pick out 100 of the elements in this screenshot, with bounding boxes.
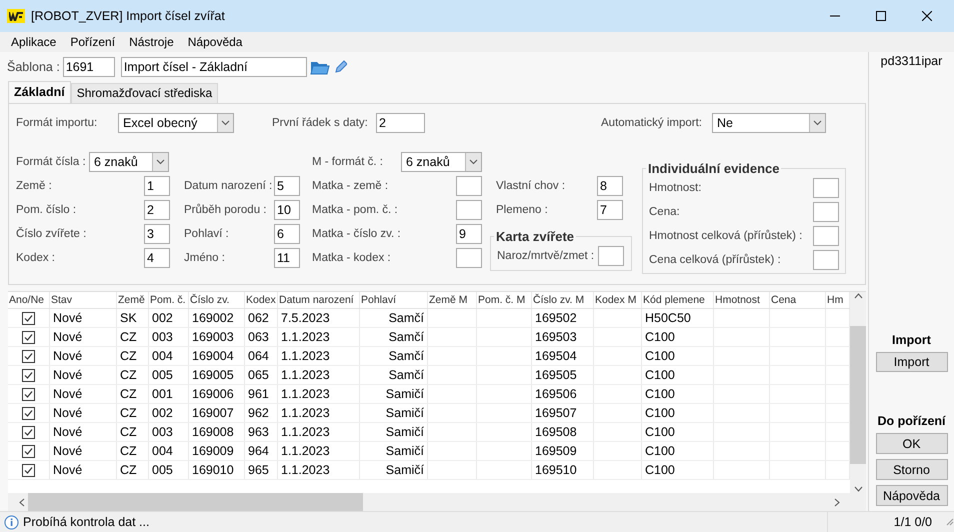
column-header[interactable]: Země M — [428, 292, 477, 308]
input-field[interactable] — [598, 246, 624, 266]
column-header[interactable]: Hmotnost — [714, 292, 770, 308]
input-field[interactable] — [813, 202, 839, 222]
table-cell: CZ — [117, 385, 149, 403]
field-label: Cena celková (přírůstek) : — [649, 254, 782, 266]
input-field[interactable]: 4 — [144, 248, 170, 268]
table-cell: Samičí — [360, 442, 428, 460]
vertical-scrollbar[interactable] — [850, 292, 866, 493]
dropdown[interactable]: Excel obecný — [118, 112, 234, 133]
table-cell: 169508 — [532, 423, 594, 441]
table-cell: 961 — [245, 385, 278, 403]
table-cell: Samčí — [360, 366, 428, 384]
action-button[interactable]: Storno — [876, 459, 948, 480]
table-cell: CZ — [117, 423, 149, 441]
column-header[interactable]: Pom. č. M — [477, 292, 532, 308]
column-header[interactable]: Ano/Ne — [8, 292, 50, 308]
column-header[interactable]: Datum narození — [278, 292, 360, 308]
table-cell: Nové — [50, 366, 117, 384]
input-field[interactable]: 2 — [144, 200, 170, 220]
menu-item[interactable]: Nástroje — [122, 35, 181, 49]
column-header[interactable]: Země — [117, 292, 149, 308]
dropdown[interactable]: Ne — [712, 112, 826, 133]
table-cell: 7.5.2023 — [278, 309, 360, 327]
input-field[interactable]: 1 — [144, 176, 170, 196]
input-field[interactable]: 8 — [597, 176, 623, 196]
table-cell: 963 — [245, 423, 278, 441]
table-cell: CZ — [117, 404, 149, 422]
field-label: Šablona : — [7, 60, 60, 74]
field-label: První řádek s daty: — [272, 116, 369, 129]
dropdown[interactable]: 6 znaků — [89, 152, 169, 172]
maximize-icon[interactable] — [876, 11, 886, 21]
table-cell: 169003 — [189, 328, 245, 346]
input-field[interactable] — [813, 178, 839, 198]
chevron-up-icon — [854, 292, 862, 300]
dropdown[interactable]: 6 znaků — [401, 152, 482, 172]
table-cell: CZ — [117, 442, 149, 460]
column-header[interactable]: Pom. č. — [149, 292, 189, 308]
action-button[interactable]: OK — [876, 433, 948, 454]
table-cell: 169008 — [189, 423, 245, 441]
window-title: [ROBOT_ZVER] Import čísel zvířat — [31, 9, 225, 23]
column-header[interactable]: Číslo zv. — [189, 292, 245, 308]
column-header[interactable]: Číslo zv. M — [532, 292, 594, 308]
menu-item[interactable]: Aplikace — [4, 35, 64, 49]
input-field[interactable]: 3 — [144, 224, 170, 244]
checkbox[interactable] — [22, 406, 35, 420]
input-field[interactable] — [813, 250, 839, 270]
checkbox[interactable] — [22, 330, 35, 344]
checkbox[interactable] — [22, 464, 35, 476]
table-cell: Nové — [50, 328, 117, 346]
table-cell: 169002 — [189, 309, 245, 327]
table-cell: CZ — [117, 328, 149, 346]
tab[interactable]: Shromažďovací střediska — [70, 82, 218, 103]
checkbox[interactable] — [22, 444, 35, 458]
field-label: Matka - pom. č. : — [312, 204, 399, 216]
input-field[interactable] — [456, 176, 482, 196]
table-cell: 169507 — [532, 404, 594, 422]
resize-grip-icon[interactable] — [946, 518, 954, 526]
input-field[interactable]: 2 — [376, 112, 425, 133]
action-button[interactable]: Import — [876, 352, 948, 372]
pencil-icon[interactable] — [332, 58, 347, 75]
menu-item[interactable]: Pořízení — [63, 35, 122, 49]
close-icon[interactable] — [922, 11, 932, 21]
column-header[interactable]: Kód plemene — [642, 292, 714, 308]
table-cell: CZ — [117, 461, 149, 479]
table-cell: 169010 — [189, 461, 245, 479]
action-button[interactable]: Nápověda — [876, 485, 948, 506]
column-header[interactable]: Kodex M — [594, 292, 642, 308]
input-field[interactable]: 5 — [274, 176, 300, 196]
menu-item[interactable]: Nápověda — [180, 35, 250, 49]
input-field[interactable]: 11 — [274, 248, 300, 268]
checkbox[interactable] — [22, 350, 35, 362]
table-cell: 1.1.2023 — [278, 423, 360, 441]
table-cell: Samičí — [360, 404, 428, 422]
input-field[interactable]: 6 — [274, 224, 300, 244]
input-field[interactable]: Import čísel - Základní — [120, 56, 307, 77]
input-field[interactable] — [456, 248, 482, 268]
table-cell: 169004 — [189, 347, 245, 365]
horizontal-scrollbar[interactable] — [8, 493, 866, 511]
table-cell: 062 — [245, 309, 278, 327]
input-field[interactable]: 7 — [597, 200, 623, 220]
field-label: M - formát č. : — [312, 156, 384, 168]
column-header[interactable]: Cena — [770, 292, 826, 308]
checkbox[interactable] — [22, 426, 35, 438]
tab[interactable]: Základní — [8, 80, 71, 103]
input-field[interactable]: 1691 — [62, 56, 115, 77]
input-field[interactable]: 10 — [274, 200, 300, 220]
input-field[interactable]: 9 — [456, 224, 482, 244]
w-mark-icon — [9, 12, 23, 20]
table-cell: 169506 — [532, 385, 594, 403]
checkbox[interactable] — [22, 368, 35, 382]
checkbox[interactable] — [22, 312, 35, 324]
field-label: Vlastní chov : — [496, 180, 566, 192]
column-header[interactable]: Pohlaví — [360, 292, 428, 308]
column-header[interactable]: Stav — [50, 292, 117, 308]
input-field[interactable] — [456, 200, 482, 220]
checkbox[interactable] — [22, 388, 35, 400]
column-header[interactable]: Kodex — [245, 292, 278, 308]
input-field[interactable] — [813, 226, 839, 246]
chevron-left-icon — [19, 498, 25, 506]
